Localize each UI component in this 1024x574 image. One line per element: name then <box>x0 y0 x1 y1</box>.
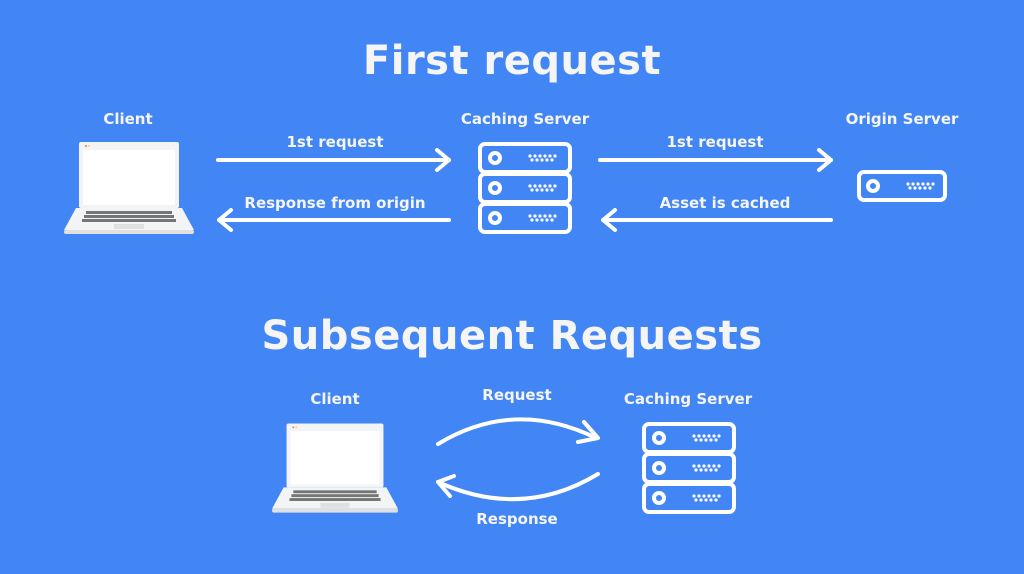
arrow-origin-to-cache <box>601 208 833 232</box>
curved-arrow-request <box>436 417 600 446</box>
caching-server-label: Caching Server <box>460 110 590 128</box>
arrow-client-to-cache <box>216 148 451 172</box>
caching-server-icon-2 <box>642 422 736 514</box>
subsequent-requests-title: Subsequent Requests <box>261 313 763 359</box>
arrow-cache-to-origin <box>598 148 833 172</box>
first-request-title: First request <box>362 38 662 84</box>
origin-server-label: Origin Server <box>845 110 959 128</box>
arrow-cache-to-client <box>217 208 451 232</box>
arrow-label-response: Response <box>476 510 558 528</box>
caching-server-icon <box>478 142 572 234</box>
arrow-label-request: Request <box>482 386 552 404</box>
laptop-icon-2 <box>272 423 398 513</box>
client-label: Client <box>103 110 153 128</box>
curved-arrow-response <box>436 472 600 502</box>
caching-server-label-2: Caching Server <box>623 390 753 408</box>
client-label-2: Client <box>310 390 360 408</box>
origin-server-icon <box>857 170 947 202</box>
laptop-icon <box>64 142 194 234</box>
